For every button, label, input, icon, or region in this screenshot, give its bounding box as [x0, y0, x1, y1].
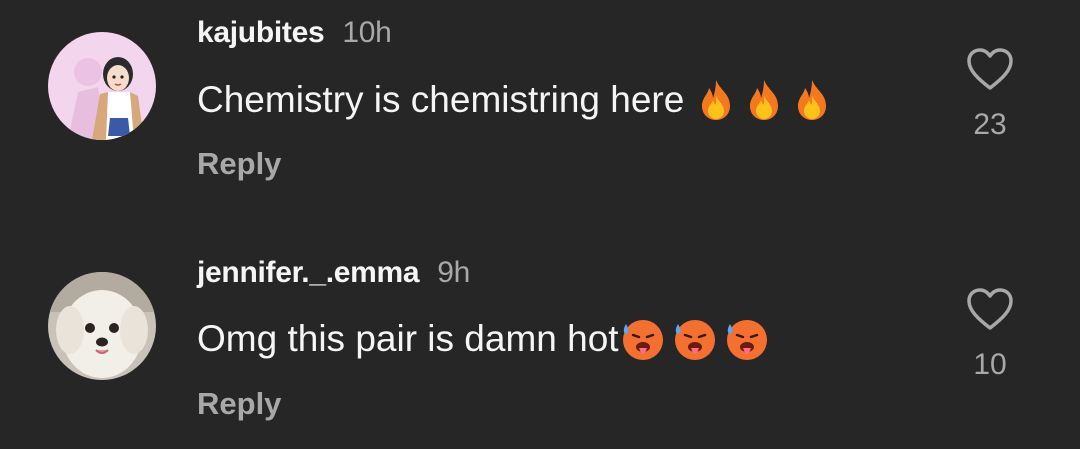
avatar[interactable] — [48, 32, 156, 140]
like-count: 10 — [973, 348, 1007, 381]
avatar[interactable] — [48, 272, 156, 380]
like-section: 10 — [960, 286, 1020, 382]
heart-icon[interactable] — [965, 46, 1015, 92]
fire-icon — [750, 80, 779, 120]
comment-body: Omg this pair is damn hot — [197, 318, 619, 359]
comment-item: kajubites 10h Chemistry is chemistring he… — [0, 0, 1080, 200]
hot-face-icon — [674, 320, 715, 360]
fire-icon — [702, 80, 731, 120]
heart-icon[interactable] — [965, 286, 1015, 332]
emoji-group — [619, 316, 771, 362]
comment-username[interactable]: kajubites 10h — [197, 16, 392, 50]
comment-timestamp: 10h — [342, 16, 392, 49]
like-section: 23 — [960, 46, 1020, 142]
comment-timestamp: 9h — [437, 256, 471, 289]
comment-item: jennifer._.emma 9h Omg this pair is damn … — [0, 240, 1080, 440]
fire-icon — [798, 80, 827, 120]
cartoon-girl-avatar-icon — [48, 32, 156, 140]
reply-button[interactable]: Reply — [197, 146, 281, 182]
emoji-group — [696, 78, 832, 122]
comment-body: Chemistry is chemistring here — [197, 79, 685, 120]
like-count: 23 — [973, 108, 1007, 141]
comment-text: Chemistry is chemistring here — [197, 78, 832, 122]
reply-button[interactable]: Reply — [197, 386, 281, 422]
comment-username[interactable]: jennifer._.emma 9h — [197, 256, 470, 290]
username-text[interactable]: kajubites — [197, 16, 325, 49]
hot-face-icon — [622, 320, 663, 360]
white-puppy-avatar-icon — [48, 272, 156, 380]
hot-face-icon — [726, 320, 767, 360]
username-text[interactable]: jennifer._.emma — [197, 256, 420, 289]
comment-text: Omg this pair is damn hot — [197, 316, 771, 362]
